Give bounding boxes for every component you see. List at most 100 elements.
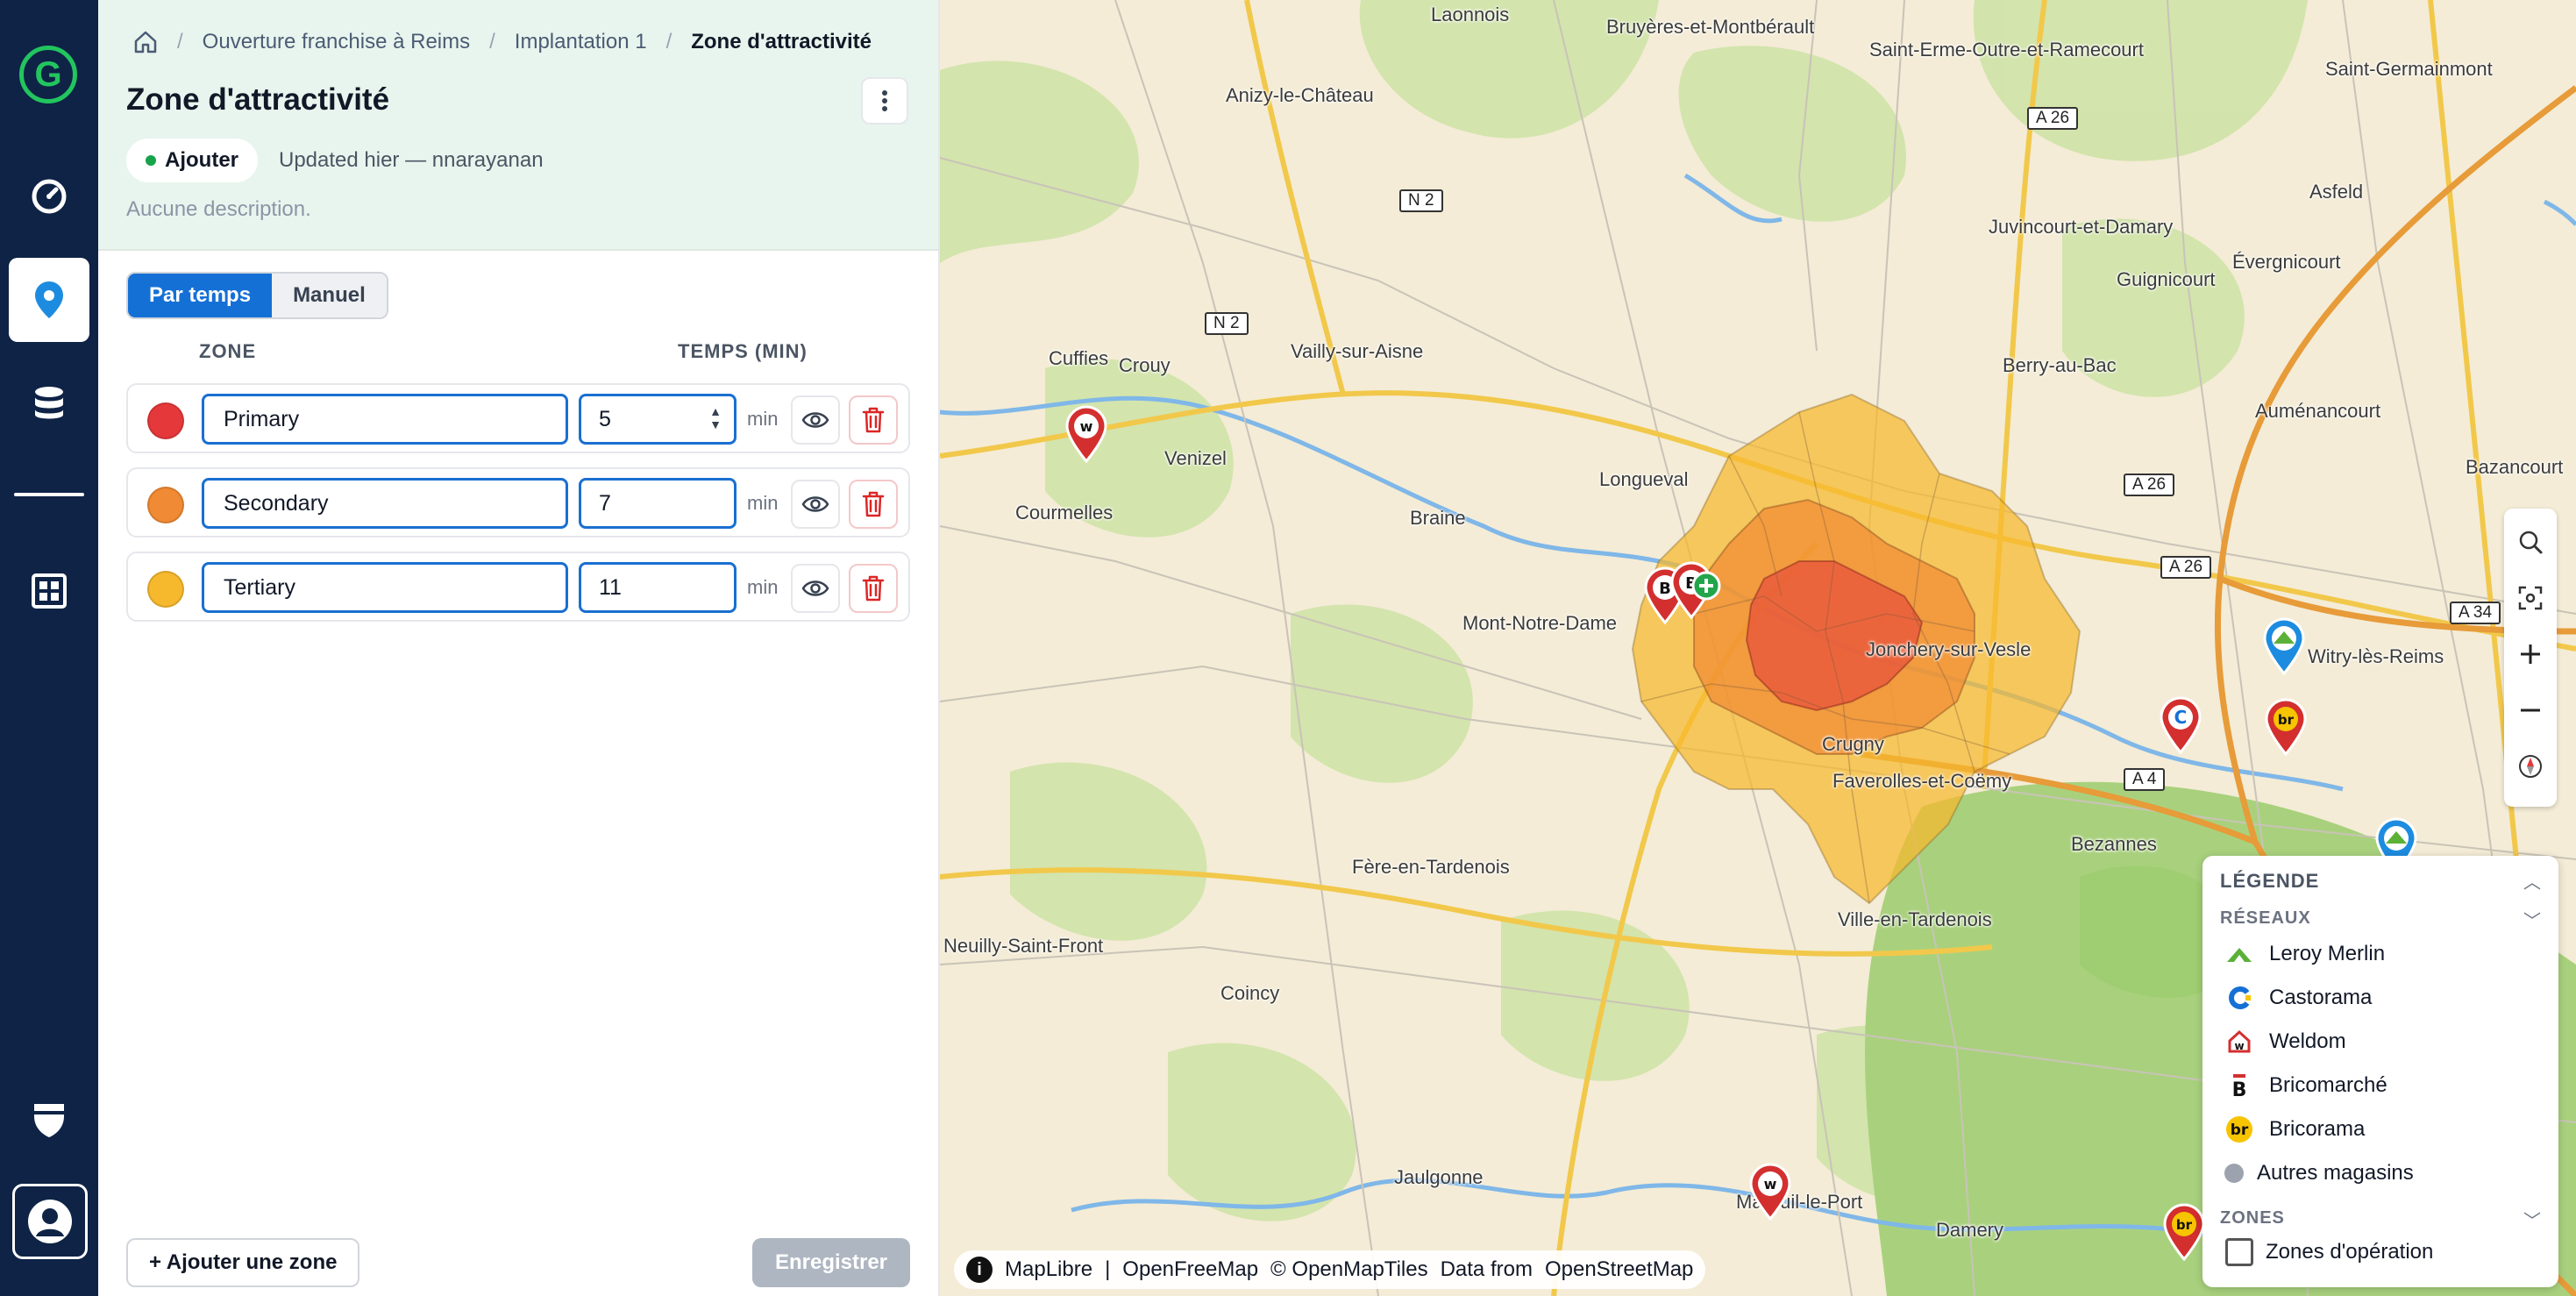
fit-bounds-icon <box>2518 586 2543 610</box>
place-label: Faverolles-et-Coëmy <box>1832 770 2012 792</box>
place-label: Berry-au-Bac <box>2003 354 2117 376</box>
attribution-maplibre[interactable]: MapLibre <box>1005 1257 1092 1282</box>
attribution-openfreemap[interactable]: OpenFreeMap <box>1122 1257 1258 1282</box>
legend-label: Zones d'opération <box>2266 1240 2434 1264</box>
eye-icon <box>801 580 829 596</box>
zone-name-input[interactable]: Tertiary <box>202 562 568 613</box>
toggle-visibility-button[interactable] <box>791 564 840 613</box>
legend-item-operation-zones[interactable]: Zones d'opération <box>2225 1238 2433 1266</box>
legend-label: Castorama <box>2269 986 2373 1009</box>
weldom-store-marker[interactable]: w <box>1748 1163 1792 1221</box>
place-label: Bruyères-et-Montbérault <box>1606 16 1815 38</box>
chevron-down-icon[interactable]: ﹀ <box>2523 907 2541 932</box>
trash-icon <box>862 407 885 433</box>
zone-panel: / Ouverture franchise à Reims / Implanta… <box>98 0 940 1296</box>
compass-button[interactable] <box>2504 740 2557 793</box>
place-label: Cuffies <box>1049 347 1109 369</box>
zoom-out-button[interactable] <box>2504 684 2557 737</box>
fit-bounds-button[interactable] <box>2504 572 2557 624</box>
zone-name-input[interactable]: Secondary <box>202 478 568 529</box>
delete-zone-button[interactable] <box>849 564 898 613</box>
legend-label: Bricomarché <box>2269 1073 2387 1097</box>
status-badge: Ajouter <box>126 139 258 182</box>
svg-text:B: B <box>2232 1079 2247 1099</box>
trash-icon <box>862 491 885 517</box>
zone-column-header: ZONE <box>199 340 257 362</box>
mode-by-time-tab[interactable]: Par temps <box>128 274 273 317</box>
bricorama-store-marker[interactable]: br <box>2162 1203 2206 1261</box>
shield-nav-button[interactable] <box>9 1077 89 1161</box>
road-shield: A 4 <box>2124 768 2166 791</box>
breadcrumb-separator: / <box>489 30 495 53</box>
status-label: Ajouter <box>165 148 238 172</box>
map-nav-button[interactable] <box>9 258 89 342</box>
chevron-up-icon[interactable]: ︿ <box>2523 868 2541 894</box>
svg-text:C: C <box>2174 707 2188 728</box>
app-logo[interactable]: G <box>19 46 77 103</box>
zone-color-swatch[interactable] <box>147 402 184 439</box>
zone-minutes-input[interactable]: 7 <box>579 478 737 529</box>
place-label: Bazancourt <box>2466 456 2564 478</box>
breadcrumb-item-current: Zone d'attractivité <box>691 30 872 53</box>
legend-label: Autres magasins <box>2257 1161 2414 1185</box>
bricorama-store-marker[interactable]: br <box>2264 698 2308 756</box>
more-options-button[interactable] <box>861 77 908 125</box>
add-zone-button[interactable]: + Ajouter une zone <box>126 1238 360 1287</box>
toggle-visibility-button[interactable] <box>791 480 840 529</box>
toggle-visibility-button[interactable] <box>791 395 840 445</box>
compass-icon <box>2519 755 2542 778</box>
map-canvas[interactable]: N 2 N 2 A 26 A 26 A 26 A 34 A 4 Laonnois… <box>940 0 2576 1296</box>
place-label: Auménancourt <box>2255 400 2381 422</box>
leroy-merlin-store-marker[interactable] <box>2262 617 2306 675</box>
breadcrumb-item-project[interactable]: Ouverture franchise à Reims <box>203 30 470 54</box>
plus-icon <box>2521 644 2540 664</box>
save-button[interactable]: Enregistrer <box>752 1238 910 1287</box>
delete-zone-button[interactable] <box>849 395 898 445</box>
weldom-icon: w <box>2225 1028 2253 1056</box>
zone-color-swatch[interactable] <box>147 571 184 608</box>
mode-manual-tab[interactable]: Manuel <box>272 274 387 317</box>
map-search-button[interactable] <box>2504 516 2557 568</box>
zone-name-input[interactable]: Primary <box>202 394 568 445</box>
trash-icon <box>862 575 885 602</box>
stepper-icon[interactable]: ▲ ▼ <box>709 405 722 431</box>
zones-checkbox[interactable] <box>2225 1238 2253 1266</box>
place-label: Courmelles <box>1015 502 1114 523</box>
home-icon[interactable] <box>133 30 158 54</box>
dashboard-nav-button[interactable] <box>9 154 89 239</box>
place-label: Jaulgonne <box>1394 1166 1484 1188</box>
place-label: Crouy <box>1119 354 1171 376</box>
rail-divider <box>14 493 84 496</box>
road-shield: N 2 <box>1205 312 1249 335</box>
place-label: Venizel <box>1164 447 1227 469</box>
svg-text:br: br <box>2278 712 2295 728</box>
place-label: Damery <box>1936 1219 2004 1241</box>
place-label: Mont-Notre-Dame <box>1462 612 1618 634</box>
delete-zone-button[interactable] <box>849 480 898 529</box>
info-icon[interactable]: i <box>966 1257 993 1283</box>
chevron-down-icon[interactable]: ﹀ <box>2523 1207 2541 1232</box>
mode-toggle: Par temps Manuel <box>126 272 388 319</box>
place-label: Asfeld <box>2309 181 2364 203</box>
attribution-osm[interactable]: OpenStreetMap <box>1545 1257 1693 1282</box>
map-pin-icon <box>35 281 63 318</box>
castorama-store-marker[interactable]: C <box>2159 696 2202 754</box>
database-nav-button[interactable] <box>9 361 89 445</box>
zone-color-swatch[interactable] <box>147 487 184 523</box>
breadcrumb-item-implantation[interactable]: Implantation 1 <box>515 30 647 54</box>
eye-icon <box>801 412 829 428</box>
description: Aucune description. <box>126 197 311 221</box>
legend-networks-title: RÉSEAUX <box>2220 908 2311 928</box>
weldom-store-marker[interactable]: w <box>1064 405 1108 463</box>
zoom-in-button[interactable] <box>2504 628 2557 680</box>
user-avatar-button[interactable] <box>12 1184 88 1259</box>
svg-text:w: w <box>2234 1040 2244 1052</box>
place-label: Laonnois <box>1431 4 1510 25</box>
zone-minutes-input[interactable]: 11 <box>579 562 737 613</box>
grid-nav-button[interactable] <box>9 549 89 633</box>
new-site-marker-icon[interactable] <box>1690 570 1722 602</box>
attribution-copyright[interactable]: © OpenMapTiles <box>1270 1257 1428 1282</box>
place-label: Fère-en-Tardenois <box>1352 856 1510 878</box>
zone-unit-label: min <box>747 492 779 514</box>
zone-minutes-input[interactable]: 5 ▲ ▼ <box>579 394 737 445</box>
